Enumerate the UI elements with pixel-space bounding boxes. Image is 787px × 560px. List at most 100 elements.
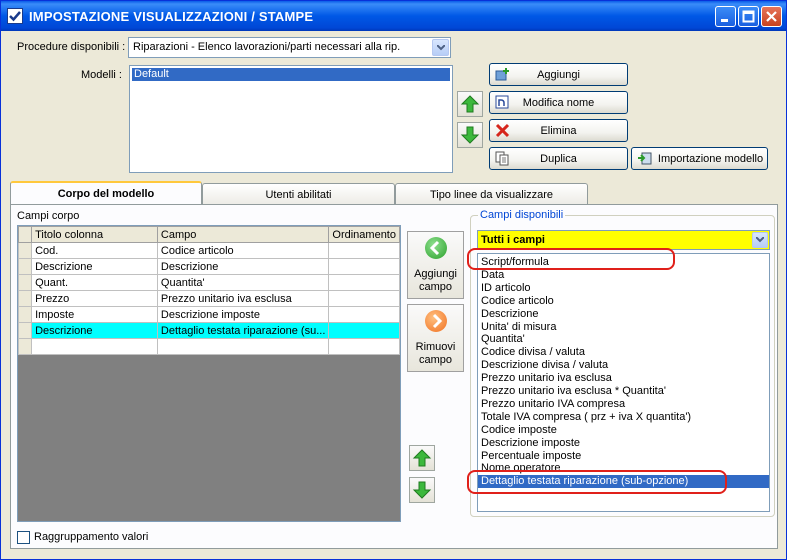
cell-titolo[interactable]: Cod.: [31, 242, 158, 259]
cell-titolo[interactable]: Descrizione: [31, 258, 158, 275]
move-down-button[interactable]: [457, 122, 483, 148]
cell-ordinamento[interactable]: [328, 290, 400, 307]
move-up-button[interactable]: [457, 91, 483, 117]
maximize-icon: [742, 10, 755, 23]
cell-titolo[interactable]: Imposte: [31, 306, 158, 323]
arrow-down-icon: [412, 481, 432, 499]
modelli-label: Modelli :: [81, 69, 122, 81]
list-item[interactable]: Descrizione divisa / valuta: [478, 359, 769, 372]
arrow-left-icon: [425, 237, 447, 259]
elimina-button[interactable]: Elimina: [489, 119, 628, 142]
elimina-label: Elimina: [540, 125, 577, 137]
close-icon: [766, 11, 777, 22]
aggiungi-button[interactable]: Aggiungi: [489, 63, 628, 86]
column-header-titolo[interactable]: Titolo colonna: [31, 226, 158, 243]
row-indicator[interactable]: [17, 338, 33, 355]
list-item[interactable]: Codice articolo: [478, 295, 769, 308]
main-window: IMPOSTAZIONE VISUALIZZAZIONI / STAMPE Pr…: [0, 0, 787, 560]
minimize-button[interactable]: [715, 6, 736, 27]
importazione-modello-button[interactable]: Importazione modello: [631, 147, 768, 170]
grid-move-down-button[interactable]: [409, 477, 435, 503]
rimuovi-campo-button[interactable]: Rimuovi campo: [407, 304, 464, 372]
cell-titolo[interactable]: Prezzo: [31, 290, 158, 307]
cell-titolo[interactable]: Quant.: [31, 274, 158, 291]
list-item[interactable]: Totale IVA compresa ( prz + iva X quanti…: [478, 411, 769, 424]
list-item[interactable]: Prezzo unitario iva esclusa: [478, 372, 769, 385]
cell-campo[interactable]: Codice articolo: [156, 242, 330, 259]
aggiungi-campo-button[interactable]: Aggiungi campo: [407, 231, 464, 299]
raggruppamento-label: Raggruppamento valori: [34, 531, 149, 543]
list-item[interactable]: Descrizione imposte: [478, 437, 769, 450]
column-header-campo[interactable]: Campo: [156, 226, 330, 243]
cell-titolo[interactable]: [31, 338, 158, 355]
list-item[interactable]: Default: [132, 68, 450, 81]
tab-corpo-del-modello[interactable]: Corpo del modello: [10, 181, 202, 206]
cell-campo[interactable]: Prezzo unitario iva esclusa: [156, 290, 330, 307]
campi-corpo-grid[interactable]: Titolo colonna Campo Ordinamento Cod. Co…: [17, 225, 401, 522]
modifica-nome-label: Modifica nome: [522, 97, 595, 109]
importazione-label: Importazione modello: [657, 153, 764, 165]
table-row-new[interactable]: [17, 338, 400, 355]
list-item[interactable]: Quantita': [478, 333, 769, 346]
row-indicator[interactable]: [17, 242, 33, 259]
cell-campo[interactable]: Descrizione: [156, 258, 330, 275]
row-indicator[interactable]: [17, 290, 33, 307]
row-indicator[interactable]: [17, 322, 33, 339]
list-item[interactable]: Prezzo unitario iva esclusa * Quantita': [478, 385, 769, 398]
chevron-down-icon[interactable]: [432, 39, 449, 56]
table-row[interactable]: Prezzo Prezzo unitario iva esclusa: [17, 290, 400, 307]
cell-ordinamento[interactable]: [328, 338, 400, 355]
maximize-button[interactable]: [738, 6, 759, 27]
raggruppamento-checkbox[interactable]: [17, 531, 30, 544]
table-row[interactable]: Imposte Descrizione imposte: [17, 306, 400, 323]
list-item[interactable]: Data: [478, 269, 769, 282]
aggiungi-campo-label: Aggiungi campo: [414, 268, 457, 293]
table-row[interactable]: Descrizione Descrizione: [17, 258, 400, 275]
grid-move-up-button[interactable]: [409, 445, 435, 471]
list-item[interactable]: Unita' di misura: [478, 321, 769, 334]
grid-header: Titolo colonna Campo Ordinamento: [17, 226, 400, 243]
checkmark-app-icon: [7, 8, 23, 24]
table-row[interactable]: Cod. Codice articolo: [17, 242, 400, 259]
cell-campo[interactable]: Quantita': [156, 274, 330, 291]
duplica-button[interactable]: Duplica: [489, 147, 628, 170]
tab-utenti-abilitati[interactable]: Utenti abilitati: [202, 183, 395, 205]
list-item[interactable]: Percentuale imposte: [478, 450, 769, 463]
row-indicator-header: [17, 226, 33, 243]
table-row-selected[interactable]: Descrizione Dettaglio testata riparazion…: [17, 322, 400, 339]
filter-select[interactable]: Tutti i campi: [477, 230, 770, 250]
cell-ordinamento[interactable]: [328, 322, 400, 339]
cell-ordinamento[interactable]: [328, 258, 400, 275]
highlight-script-formula: [467, 248, 675, 270]
row-indicator[interactable]: [17, 274, 33, 291]
procedure-select[interactable]: Riparazioni - Elenco lavorazioni/parti n…: [128, 37, 451, 58]
procedure-label: Procedure disponibili :: [17, 41, 126, 53]
modelli-list[interactable]: Default: [129, 65, 453, 173]
list-item[interactable]: ID articolo: [478, 282, 769, 295]
tab-tipo-linee[interactable]: Tipo linee da visualizzare: [395, 183, 588, 205]
cell-ordinamento[interactable]: [328, 306, 400, 323]
list-item[interactable]: Descrizione: [478, 308, 769, 321]
filter-value: Tutti i campi: [481, 234, 545, 246]
cell-ordinamento[interactable]: [328, 242, 400, 259]
tab-label: Utenti abilitati: [265, 189, 332, 201]
arrow-up-icon: [412, 449, 432, 467]
close-button[interactable]: [761, 6, 782, 27]
title-bar[interactable]: IMPOSTAZIONE VISUALIZZAZIONI / STAMPE: [1, 1, 786, 31]
list-item[interactable]: Codice divisa / valuta: [478, 346, 769, 359]
row-indicator[interactable]: [17, 258, 33, 275]
row-indicator[interactable]: [17, 306, 33, 323]
cell-ordinamento[interactable]: [328, 274, 400, 291]
table-row[interactable]: Quant. Quantita': [17, 274, 400, 291]
campi-corpo-label: Campi corpo: [17, 210, 80, 222]
column-header-ordinamento[interactable]: Ordinamento: [328, 226, 400, 243]
cell-campo[interactable]: Dettaglio testata riparazione (su...: [156, 322, 330, 339]
cell-campo[interactable]: Descrizione imposte: [156, 306, 330, 323]
duplica-label: Duplica: [540, 153, 577, 165]
cell-campo[interactable]: [156, 338, 330, 355]
modifica-nome-button[interactable]: Modifica nome: [489, 91, 628, 114]
cell-titolo[interactable]: Descrizione: [31, 322, 158, 339]
chevron-down-icon[interactable]: [752, 232, 768, 248]
list-item[interactable]: Prezzo unitario IVA compresa: [478, 398, 769, 411]
list-item[interactable]: Codice imposte: [478, 424, 769, 437]
